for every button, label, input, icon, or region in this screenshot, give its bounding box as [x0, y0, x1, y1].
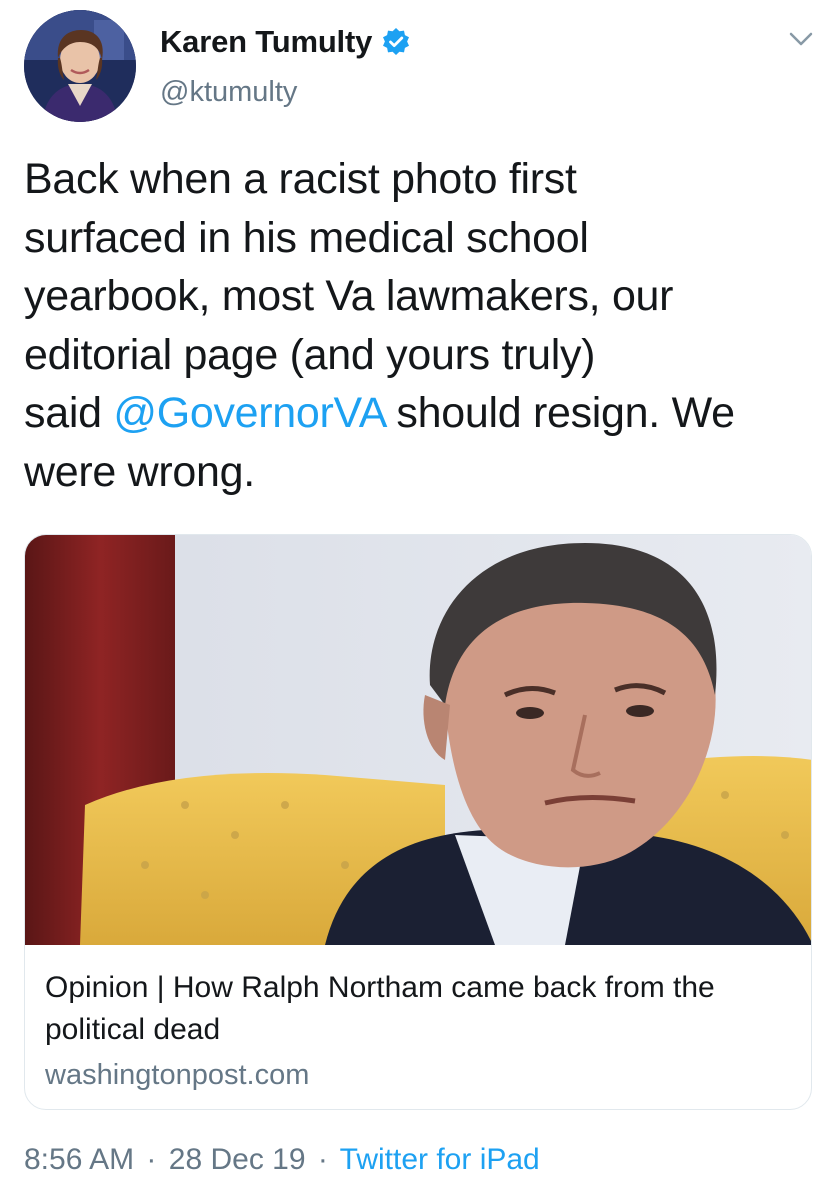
tweet-date[interactable]: 28 Dec 19 — [169, 1143, 306, 1176]
verified-badge-icon — [381, 27, 411, 57]
tweet-text-line: Back when a racist photo first — [24, 155, 577, 203]
tweet-text-line: were wrong. — [24, 447, 255, 496]
tweet-meta: 8:56 AM · 28 Dec 19 · Twitter for iPad — [24, 1143, 540, 1177]
tweet-text-line: editorial page (and yours truly) — [24, 330, 596, 379]
link-card-image[interactable] — [25, 535, 811, 945]
author-handle[interactable]: @ktumulty — [160, 76, 297, 109]
link-card[interactable]: Opinion | How Ralph Northam came back fr… — [24, 534, 812, 1110]
tweet-header: Karen Tumulty @ktumulty — [24, 10, 814, 122]
tweet-text-line: surfaced in his medical school — [24, 213, 589, 262]
chevron-down-icon[interactable] — [788, 30, 814, 48]
tweet-text-line: said @GovernorVA should resign. We — [24, 384, 814, 443]
tweet-text-segment: should resign. We — [384, 389, 735, 437]
mention-link[interactable]: @GovernorVA — [113, 389, 385, 437]
tweet-text: Back when a racist photo first surfaced … — [24, 150, 814, 501]
link-card-title[interactable]: Opinion | How Ralph Northam came back fr… — [45, 967, 795, 1051]
tweet-text-line: yearbook, most Va lawmakers, our — [24, 272, 674, 320]
link-card-domain: washingtonpost.com — [45, 1059, 310, 1091]
author-name-row[interactable]: Karen Tumulty — [160, 24, 411, 60]
avatar-image — [24, 10, 136, 122]
tweet-text-segment: said — [24, 389, 114, 437]
link-card-body[interactable]: Opinion | How Ralph Northam came back fr… — [45, 967, 795, 1092]
avatar[interactable] — [24, 10, 136, 122]
tweet-time[interactable]: 8:56 AM — [24, 1143, 134, 1176]
author-name[interactable]: Karen Tumulty — [160, 24, 372, 60]
meta-separator: · — [146, 1143, 157, 1176]
tweet-source-link[interactable]: Twitter for iPad — [340, 1143, 540, 1176]
meta-separator: · — [317, 1143, 328, 1176]
